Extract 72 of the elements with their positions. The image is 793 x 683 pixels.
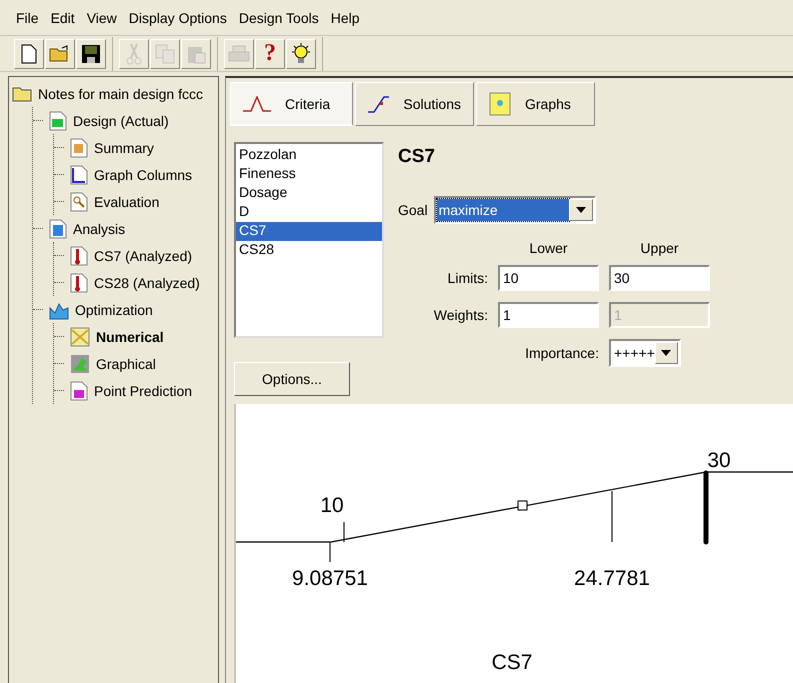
list-item[interactable]: CS7 [236,222,382,241]
column-header: Lower [528,240,569,256]
upper-limit-label: 30 [707,449,731,472]
tree-item[interactable]: Design (Actual) [73,112,169,128]
menu-item[interactable]: Design Tools [232,8,325,28]
tree-item[interactable]: Graphical [96,356,156,372]
scissors-icon [126,42,142,64]
value-label: 9.08751 [292,567,368,590]
copy-icon [155,44,175,64]
folder-icon [12,86,32,102]
thermometer-icon [70,272,88,292]
tab-label: Graphs [525,96,571,112]
peak-icon [243,96,271,112]
options-button[interactable]: Options... [234,362,350,396]
tip-button[interactable] [286,38,316,68]
row-label: Weights: [432,307,488,323]
column-header: Upper [639,240,680,256]
list-item[interactable]: Dosage [236,184,382,203]
importance-label: Importance: [524,345,599,361]
open-button[interactable] [45,38,75,68]
menu-item[interactable]: Display Options [122,8,233,28]
dropdown-arrow-icon [576,207,586,213]
tree-item[interactable]: Graph Columns [94,166,192,182]
contour-map-icon [70,354,90,374]
upper-field[interactable]: 30 [609,265,710,291]
tree-item[interactable]: Evaluation [94,194,160,210]
printer-icon [228,44,250,62]
criterion-title: CS7 [398,146,436,169]
lower-limit-label: 10 [320,494,344,517]
help-button[interactable]: ? [255,38,285,68]
menu-item[interactable]: File [10,8,45,28]
scatter-plot-icon [70,164,88,184]
tab[interactable]: Criteria [230,82,353,126]
tab[interactable]: Graphs [476,82,595,126]
light-bulb-icon [290,42,312,64]
ramp-icon [368,95,390,113]
list-item[interactable]: Fineness [236,165,382,184]
menu-item[interactable]: View [80,8,123,28]
tree-item[interactable]: Optimization [75,302,153,318]
dropdown-button[interactable] [568,199,593,221]
goal-value: maximize [436,199,569,221]
lower-field[interactable]: 1 [498,302,599,328]
list-item[interactable]: CS28 [236,241,382,260]
tree-item[interactable]: Summary [94,140,154,156]
tab-label: Solutions [403,96,461,112]
importance-dropdown[interactable]: +++++ [609,339,681,367]
list-item[interactable]: D [236,203,382,222]
value-label: 24.7781 [574,567,650,590]
new-file-icon [21,44,37,64]
tree-item[interactable]: CS7 (Analyzed) [94,248,192,264]
row-label: Limits: [446,270,488,286]
dropdown-arrow-icon [661,350,672,356]
importance-value: +++++ [613,344,655,363]
tree-item[interactable]: Notes for main design fccc [38,86,203,102]
dropdown-button[interactable] [654,342,678,364]
tree-item[interactable]: CS28 (Analyzed) [94,274,200,290]
tree-item[interactable]: Numerical [96,328,164,344]
goal-dropdown[interactable]: maximize [434,196,596,224]
goal-label: Goal [398,202,428,218]
list-item[interactable]: Pozzolan [236,146,382,165]
magnifier-icon [70,192,88,212]
new-button[interactable] [14,38,44,68]
tree-item[interactable]: Analysis [73,220,126,236]
tab[interactable]: Solutions [355,82,474,126]
menu-item[interactable]: Help [324,8,366,28]
menu-item[interactable]: Edit [44,8,81,28]
tree-item[interactable]: Point Prediction [94,382,192,398]
save-button[interactable] [76,38,106,68]
tab-label: Criteria [285,96,330,112]
graph-title: CS7 [492,651,532,674]
lower-field[interactable]: 10 [498,265,599,291]
thermometer-icon [70,246,88,266]
